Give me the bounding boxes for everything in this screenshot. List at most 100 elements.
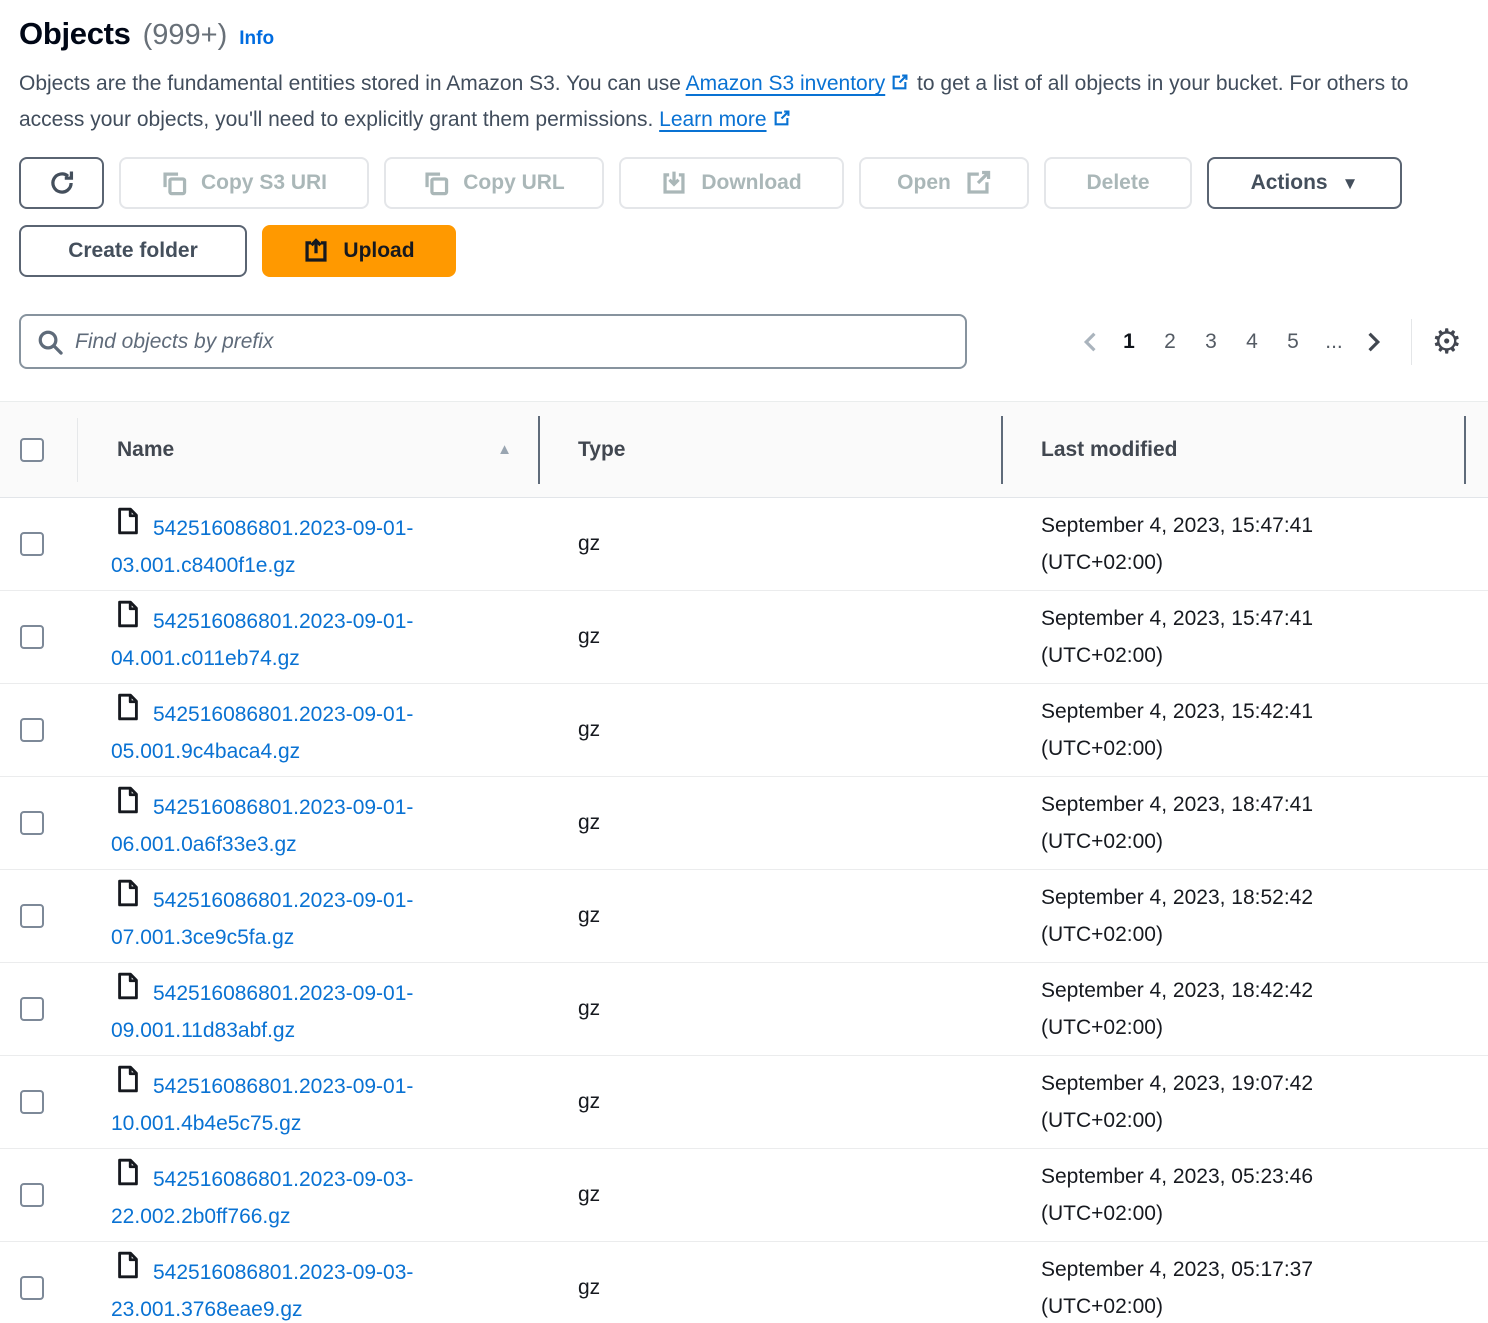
- table-row: 542516086801.2023-09-01-10.001.4b4e5c75.…: [0, 1056, 1488, 1149]
- table-row: 542516086801.2023-09-01-05.001.9c4baca4.…: [0, 684, 1488, 777]
- row-checkbox[interactable]: [20, 811, 44, 835]
- file-icon: [116, 507, 140, 535]
- object-last-modified: September 4, 2023, 18:52:42 (UTC+02:00): [1003, 870, 1466, 962]
- table-header-row: Name ▲ Type Last modified: [0, 401, 1488, 498]
- upload-button[interactable]: Upload: [262, 225, 456, 277]
- sort-ascending-icon[interactable]: ▲: [497, 441, 512, 458]
- page-ellipsis: ...: [1318, 322, 1351, 362]
- page-number-1[interactable]: 1: [1113, 322, 1146, 362]
- object-type: gz: [540, 870, 1003, 962]
- refresh-button[interactable]: [19, 157, 104, 209]
- next-page-button[interactable]: [1355, 322, 1391, 362]
- object-name-link[interactable]: 542516086801.2023-09-03-22.002.2b0ff766.…: [111, 1168, 413, 1228]
- object-last-modified: September 4, 2023, 18:47:41 (UTC+02:00): [1003, 777, 1466, 869]
- object-name-link[interactable]: 542516086801.2023-09-01-06.001.0a6f33e3.…: [111, 796, 413, 856]
- page-header: Objects (999+) Info: [19, 16, 1464, 52]
- table-row: 542516086801.2023-09-01-07.001.3ce9c5fa.…: [0, 870, 1488, 963]
- copy-s3-uri-label: Copy S3 URI: [201, 171, 327, 195]
- caret-down-icon: ▼: [1342, 175, 1359, 192]
- copy-icon: [161, 170, 187, 196]
- object-name-link[interactable]: 542516086801.2023-09-01-09.001.11d83abf.…: [111, 982, 413, 1042]
- row-checkbox[interactable]: [20, 1090, 44, 1114]
- copy-url-label: Copy URL: [463, 171, 565, 195]
- object-type: gz: [540, 498, 1003, 590]
- open-label: Open: [897, 171, 951, 195]
- file-icon: [116, 693, 140, 721]
- object-type: gz: [540, 591, 1003, 683]
- search-icon: [37, 329, 63, 355]
- object-last-modified: September 4, 2023, 05:23:46 (UTC+02:00): [1003, 1149, 1466, 1241]
- divider: [1411, 319, 1412, 365]
- table-row: 542516086801.2023-09-01-06.001.0a6f33e3.…: [0, 777, 1488, 870]
- actions-label: Actions: [1251, 171, 1328, 195]
- column-header-name[interactable]: Name ▲: [78, 402, 540, 497]
- refresh-icon: [49, 170, 75, 196]
- page-number-3[interactable]: 3: [1195, 322, 1228, 362]
- external-link-icon: [891, 67, 908, 84]
- previous-page-button[interactable]: [1073, 322, 1109, 362]
- external-link-icon: [773, 103, 790, 120]
- object-last-modified: September 4, 2023, 18:42:42 (UTC+02:00): [1003, 963, 1466, 1055]
- select-all-checkbox[interactable]: [20, 438, 44, 462]
- row-checkbox[interactable]: [20, 625, 44, 649]
- page-number-4[interactable]: 4: [1236, 322, 1269, 362]
- object-name-link[interactable]: 542516086801.2023-09-03-23.001.3768eae9.…: [111, 1261, 413, 1321]
- download-button[interactable]: Download: [619, 157, 844, 209]
- object-type: gz: [540, 1242, 1003, 1323]
- row-checkbox[interactable]: [20, 1183, 44, 1207]
- search-input[interactable]: [75, 330, 949, 354]
- external-link-icon: [965, 170, 991, 196]
- object-type: gz: [540, 777, 1003, 869]
- actions-dropdown-button[interactable]: Actions ▼: [1207, 157, 1402, 209]
- delete-button[interactable]: Delete: [1044, 157, 1192, 209]
- amazon-s3-inventory-link[interactable]: Amazon S3 inventory: [686, 72, 886, 95]
- file-icon: [116, 879, 140, 907]
- page-description: Objects are the fundamental entities sto…: [19, 66, 1464, 138]
- object-type: gz: [540, 684, 1003, 776]
- table-row: 542516086801.2023-09-01-09.001.11d83abf.…: [0, 963, 1488, 1056]
- file-icon: [116, 972, 140, 1000]
- delete-label: Delete: [1086, 171, 1149, 195]
- page-number-2[interactable]: 2: [1154, 322, 1187, 362]
- table-row: 542516086801.2023-09-03-22.002.2b0ff766.…: [0, 1149, 1488, 1242]
- create-folder-button[interactable]: Create folder: [19, 225, 247, 277]
- upload-label: Upload: [343, 239, 414, 263]
- copy-url-button[interactable]: Copy URL: [384, 157, 604, 209]
- create-folder-label: Create folder: [68, 239, 198, 263]
- row-checkbox[interactable]: [20, 904, 44, 928]
- file-icon: [116, 1158, 140, 1186]
- learn-more-link[interactable]: Learn more: [659, 108, 766, 131]
- info-link[interactable]: Info: [239, 28, 274, 50]
- file-icon: [116, 1251, 140, 1279]
- object-count-badge: (999+): [143, 19, 228, 52]
- row-checkbox[interactable]: [20, 532, 44, 556]
- row-checkbox[interactable]: [20, 718, 44, 742]
- search-box: [19, 314, 967, 369]
- column-header-type[interactable]: Type: [540, 402, 1003, 497]
- file-icon: [116, 786, 140, 814]
- object-last-modified: September 4, 2023, 15:42:41 (UTC+02:00): [1003, 684, 1466, 776]
- table-row: 542516086801.2023-09-01-04.001.c011eb74.…: [0, 591, 1488, 684]
- preferences-gear-icon[interactable]: ⚙︎: [1432, 325, 1462, 359]
- object-name-link[interactable]: 542516086801.2023-09-01-07.001.3ce9c5fa.…: [111, 889, 413, 949]
- description-text: Objects are the fundamental entities sto…: [19, 72, 686, 95]
- object-last-modified: September 4, 2023, 05:17:37 (UTC+02:00): [1003, 1242, 1466, 1323]
- table-row: 542516086801.2023-09-01-03.001.c8400f1e.…: [0, 498, 1488, 591]
- page-number-5[interactable]: 5: [1277, 322, 1310, 362]
- object-name-link[interactable]: 542516086801.2023-09-01-04.001.c011eb74.…: [111, 610, 413, 670]
- object-name-link[interactable]: 542516086801.2023-09-01-10.001.4b4e5c75.…: [111, 1075, 413, 1135]
- object-name-link[interactable]: 542516086801.2023-09-01-05.001.9c4baca4.…: [111, 703, 413, 763]
- open-button[interactable]: Open: [859, 157, 1029, 209]
- objects-table: Name ▲ Type Last modified 542516086801.2…: [0, 401, 1488, 1323]
- table-row: 542516086801.2023-09-03-23.001.3768eae9.…: [0, 1242, 1488, 1323]
- download-icon: [661, 170, 687, 196]
- row-checkbox[interactable]: [20, 1276, 44, 1300]
- object-name-link[interactable]: 542516086801.2023-09-01-03.001.c8400f1e.…: [111, 517, 413, 577]
- copy-s3-uri-button[interactable]: Copy S3 URI: [119, 157, 369, 209]
- copy-icon: [423, 170, 449, 196]
- download-label: Download: [701, 171, 801, 195]
- object-last-modified: September 4, 2023, 19:07:42 (UTC+02:00): [1003, 1056, 1466, 1148]
- page-title: Objects: [19, 16, 131, 52]
- row-checkbox[interactable]: [20, 997, 44, 1021]
- column-header-last-modified[interactable]: Last modified: [1003, 402, 1466, 497]
